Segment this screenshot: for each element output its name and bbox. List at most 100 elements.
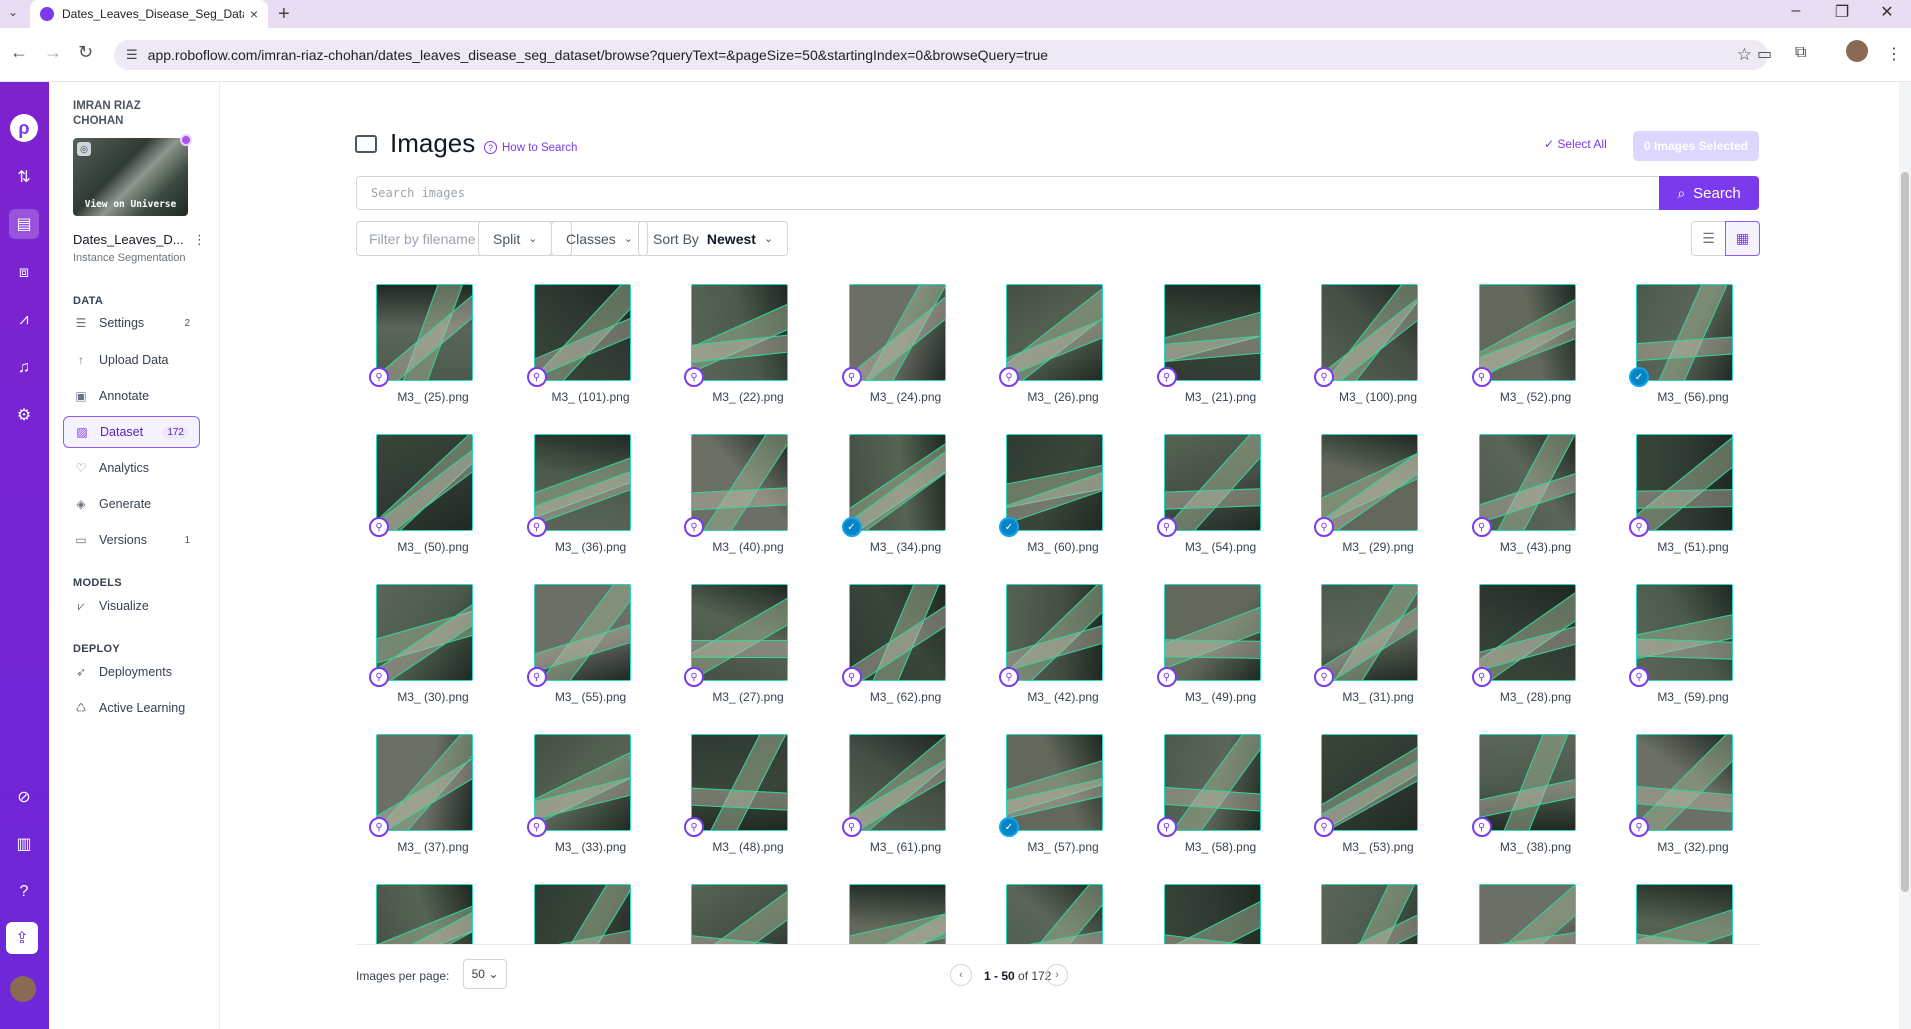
image-card[interactable]: ⚲ M3_ (26).png (986, 282, 1106, 412)
image-thumbnail[interactable] (376, 884, 473, 944)
image-card[interactable]: ⚲ M3_ (53).png (1301, 732, 1421, 862)
monitoring-icon[interactable]: ⩘ (9, 305, 39, 335)
back-icon[interactable]: ← (10, 42, 28, 63)
image-card[interactable]: ⚲ M3_ (50).png (356, 432, 476, 562)
image-thumbnail[interactable] (848, 584, 946, 681)
image-thumbnail[interactable] (848, 734, 946, 831)
sidebar-item-deployments[interactable]: ➶ Deployments (63, 656, 200, 688)
sidebar-item-dataset[interactable]: ▨ Dataset 172 (63, 416, 200, 448)
image-card[interactable]: ⚲ M3_ (51).png (1616, 432, 1736, 562)
sort-dropdown[interactable]: Sort By Newest ⌄ (638, 221, 789, 256)
image-thumbnail[interactable] (1321, 884, 1418, 944)
image-card[interactable] (1459, 882, 1579, 944)
image-card[interactable]: ✓ M3_ (57).png (986, 732, 1106, 862)
workflows-icon[interactable]: ⧈ (9, 258, 39, 288)
reload-icon[interactable]: ↻ (78, 42, 93, 63)
project-thumbnail[interactable]: ◎ View on Universe (73, 138, 188, 216)
image-thumbnail[interactable] (1163, 734, 1261, 831)
prev-page-icon[interactable]: ‹ (950, 964, 972, 986)
image-card[interactable]: ⚲ M3_ (27).png (671, 582, 791, 712)
image-card[interactable]: ⚲ M3_ (52).png (1459, 282, 1579, 412)
image-thumbnail[interactable] (1163, 584, 1261, 681)
image-card[interactable]: ⚲ M3_ (49).png (1144, 582, 1264, 712)
image-thumbnail[interactable] (1321, 284, 1418, 381)
image-card[interactable]: ⚲ M3_ (36).png (514, 432, 634, 562)
sidebar-item-active-learning[interactable]: ♺ Active Learning (63, 692, 200, 724)
image-thumbnail[interactable] (1636, 284, 1733, 381)
image-card[interactable]: ✓ M3_ (60).png (986, 432, 1106, 562)
image-thumbnail[interactable] (1163, 434, 1261, 531)
browser-profile-avatar[interactable] (1846, 40, 1868, 62)
view-on-universe-link[interactable]: View on Universe (73, 199, 188, 210)
user-avatar[interactable] (10, 976, 36, 1002)
image-thumbnail[interactable] (1636, 584, 1733, 681)
image-thumbnail[interactable] (1636, 434, 1733, 531)
site-info-icon[interactable]: ☰ (126, 47, 138, 63)
image-card[interactable]: ⚲ M3_ (54).png (1144, 432, 1264, 562)
image-card[interactable] (514, 882, 634, 944)
image-card[interactable]: ⚲ M3_ (100).png (1301, 282, 1421, 412)
grid-view-button[interactable]: ▦ (1725, 221, 1760, 256)
image-card[interactable]: ⚲ M3_ (25).png (356, 282, 476, 412)
image-thumbnail[interactable] (691, 434, 788, 531)
image-thumbnail[interactable] (1321, 434, 1418, 531)
image-card[interactable]: ✓ M3_ (34).png (829, 432, 949, 562)
image-thumbnail[interactable] (848, 884, 946, 944)
select-all-button[interactable]: ✓ Select All (1544, 137, 1607, 151)
image-thumbnail[interactable] (1006, 884, 1103, 944)
image-thumbnail[interactable] (376, 734, 473, 831)
image-thumbnail[interactable] (1636, 734, 1733, 831)
image-thumbnail[interactable] (1636, 884, 1733, 944)
image-thumbnail[interactable] (376, 434, 473, 531)
image-card[interactable]: ⚲ M3_ (22).png (671, 282, 791, 412)
image-card[interactable]: ⚲ M3_ (62).png (829, 582, 949, 712)
image-thumbnail[interactable] (691, 884, 788, 944)
image-thumbnail[interactable] (1006, 434, 1103, 531)
extensions-icon[interactable]: ⧉ (1795, 44, 1806, 62)
upload-icon[interactable]: ⇪ (6, 922, 38, 954)
image-card[interactable]: ⚲ M3_ (24).png (829, 282, 949, 412)
image-thumbnail[interactable] (1006, 734, 1103, 831)
image-card[interactable]: ✓ M3_ (56).png (1616, 282, 1736, 412)
sidebar-item-settings[interactable]: ☰ Settings 2 (63, 307, 200, 339)
sidebar-item-upload-data[interactable]: ↑ Upload Data (63, 344, 200, 376)
image-card[interactable]: ⚲ M3_ (21).png (1144, 282, 1264, 412)
help-icon[interactable]: ? (9, 877, 39, 907)
image-thumbnail[interactable] (1163, 284, 1261, 381)
image-card[interactable]: ⚲ M3_ (59).png (1616, 582, 1736, 712)
image-card[interactable] (1301, 882, 1421, 944)
scrollbar-thumb[interactable] (1901, 172, 1909, 892)
image-card[interactable]: ⚲ M3_ (38).png (1459, 732, 1579, 862)
notifications-icon[interactable]: ♫ (9, 353, 39, 383)
image-thumbnail[interactable] (1478, 884, 1576, 944)
image-thumbnail[interactable] (376, 284, 473, 381)
project-menu-icon[interactable]: ⋮ (193, 232, 206, 248)
image-thumbnail[interactable] (1321, 584, 1418, 681)
image-card[interactable] (1144, 882, 1264, 944)
image-thumbnail[interactable] (691, 734, 788, 831)
image-card[interactable] (356, 882, 476, 944)
image-card[interactable]: ⚲ M3_ (40).png (671, 432, 791, 562)
page-scrollbar[interactable] (1899, 82, 1911, 1029)
browser-tab[interactable]: Dates_Leaves_Disease_Seg_Data × (30, 0, 268, 28)
search-input[interactable]: Search images (356, 176, 1680, 210)
sidebar-item-versions[interactable]: ▭ Versions 1 (63, 524, 200, 556)
image-thumbnail[interactable] (533, 284, 631, 381)
image-card[interactable] (829, 882, 949, 944)
restore-icon[interactable]: ❐ (1827, 2, 1857, 22)
image-card[interactable]: ⚲ M3_ (29).png (1301, 432, 1421, 562)
new-tab-icon[interactable]: + (278, 3, 290, 26)
tab-search-icon[interactable]: ⌄ (8, 5, 18, 19)
image-card[interactable]: ⚲ M3_ (42).png (986, 582, 1106, 712)
image-card[interactable]: ⚲ M3_ (58).png (1144, 732, 1264, 862)
image-card[interactable]: ⚲ M3_ (37).png (356, 732, 476, 862)
universe-icon[interactable]: ⊘ (9, 782, 39, 812)
settings-gear-icon[interactable]: ⚙ (9, 400, 39, 430)
search-button[interactable]: ⌕ Search (1659, 176, 1759, 210)
image-thumbnail[interactable] (533, 584, 631, 681)
docs-icon[interactable]: ▥ (9, 829, 39, 859)
image-card[interactable]: ⚲ M3_ (28).png (1459, 582, 1579, 712)
image-card[interactable]: ⚲ M3_ (48).png (671, 732, 791, 862)
list-view-button[interactable]: ☰ (1691, 221, 1726, 256)
image-thumbnail[interactable] (1478, 434, 1576, 531)
